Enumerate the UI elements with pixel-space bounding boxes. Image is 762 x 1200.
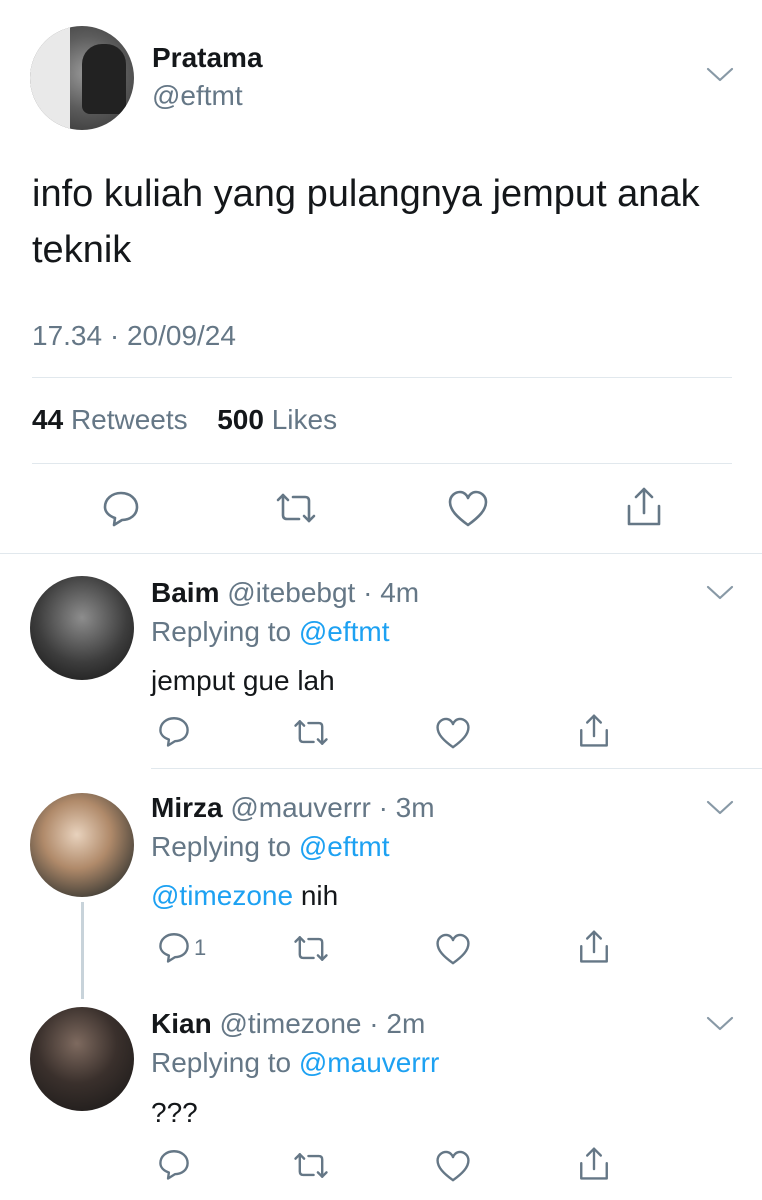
- chevron-down-icon[interactable]: [706, 584, 734, 602]
- share-icon[interactable]: [577, 1146, 611, 1182]
- divider: [32, 463, 732, 464]
- reply-mention[interactable]: @timezone: [151, 880, 293, 911]
- reply-display-name[interactable]: Baim: [151, 577, 219, 608]
- avatar[interactable]: [30, 26, 134, 130]
- retweet-icon[interactable]: [292, 1150, 330, 1181]
- reply-icon[interactable]: [157, 1147, 191, 1181]
- chevron-down-icon[interactable]: [706, 66, 734, 84]
- reply-display-name[interactable]: Kian: [151, 1008, 212, 1039]
- reply-icon[interactable]: [157, 714, 191, 748]
- tweet-stats: 44 Retweets 500 Likes: [32, 404, 337, 436]
- like-icon[interactable]: [435, 933, 471, 966]
- reply-text: jemput gue lah: [151, 665, 335, 697]
- reply-icon[interactable]: [157, 930, 191, 964]
- avatar[interactable]: [30, 793, 134, 897]
- retweet-icon[interactable]: [292, 717, 330, 748]
- chevron-down-icon[interactable]: [706, 1015, 734, 1033]
- likes-count[interactable]: 500: [217, 404, 264, 435]
- divider: [32, 377, 732, 378]
- author-handle[interactable]: @eftmt: [152, 80, 243, 112]
- reply-text: @timezone nih: [151, 880, 338, 912]
- reply-display-name[interactable]: Mirza: [151, 792, 223, 823]
- reply-tweet: Baim @itebebgt · 4m Replying to @eftmt j…: [0, 554, 762, 768]
- thread-connector: [81, 902, 84, 999]
- chevron-down-icon[interactable]: [706, 799, 734, 817]
- tweet-timestamp[interactable]: 17.34 · 20/09/24: [32, 320, 236, 352]
- replying-label: Replying to: [151, 1047, 292, 1078]
- retweets-count[interactable]: 44: [32, 404, 63, 435]
- share-icon[interactable]: [624, 486, 664, 528]
- reply-tweet: Kian @timezone · 2m Replying to @mauverr…: [0, 987, 762, 1200]
- replying-to: Replying to @eftmt: [151, 616, 390, 648]
- author-display-name[interactable]: Pratama: [152, 42, 263, 74]
- reply-handle-time[interactable]: @mauverrr · 3m: [230, 792, 434, 823]
- main-tweet: Pratama @eftmt info kuliah yang pulangny…: [0, 0, 762, 553]
- retweet-icon[interactable]: [274, 490, 318, 526]
- reply-icon[interactable]: [101, 488, 141, 528]
- replying-to: Replying to @mauverrr: [151, 1047, 439, 1079]
- avatar[interactable]: [30, 1007, 134, 1111]
- reply-header: Mirza @mauverrr · 3m: [151, 792, 435, 824]
- like-icon[interactable]: [435, 1150, 471, 1183]
- likes-label[interactable]: Likes: [272, 404, 337, 435]
- reply-header: Baim @itebebgt · 4m: [151, 577, 419, 609]
- replying-to-handle[interactable]: @eftmt: [299, 831, 390, 862]
- reply-text-body: nih: [293, 880, 339, 911]
- reply-tweet: Mirza @mauverrr · 3m Replying to @eftmt …: [0, 769, 762, 999]
- reply-text-body: ???: [151, 1097, 198, 1128]
- replying-to-handle[interactable]: @mauverrr: [299, 1047, 439, 1078]
- replying-label: Replying to: [151, 616, 292, 647]
- retweets-label[interactable]: Retweets: [71, 404, 188, 435]
- avatar[interactable]: [30, 576, 134, 680]
- tweet-text: info kuliah yang pulangnya jemput anak t…: [32, 173, 700, 271]
- retweet-icon[interactable]: [292, 933, 330, 964]
- replying-label: Replying to: [151, 831, 292, 862]
- share-icon[interactable]: [577, 929, 611, 965]
- reply-handle-time[interactable]: @timezone · 2m: [219, 1008, 425, 1039]
- reply-text-body: jemput gue lah: [151, 665, 335, 696]
- reply-header: Kian @timezone · 2m: [151, 1008, 425, 1040]
- like-icon[interactable]: [435, 717, 471, 750]
- reply-count[interactable]: 1: [194, 935, 206, 961]
- like-icon[interactable]: [447, 490, 489, 528]
- share-icon[interactable]: [577, 713, 611, 749]
- replying-to-handle[interactable]: @eftmt: [299, 616, 390, 647]
- reply-handle-time[interactable]: @itebebgt · 4m: [227, 577, 419, 608]
- replying-to: Replying to @eftmt: [151, 831, 390, 863]
- reply-text: ???: [151, 1097, 198, 1129]
